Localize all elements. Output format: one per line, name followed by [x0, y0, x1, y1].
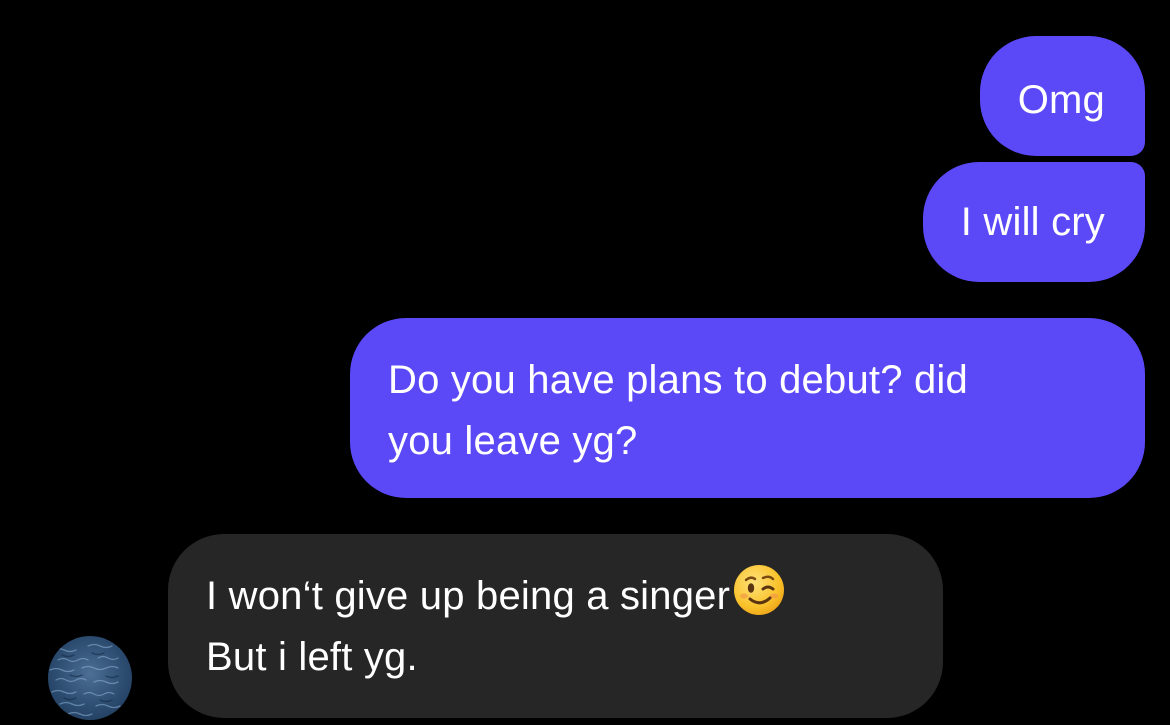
received-message-bubble[interactable]: I won‘t give up being a singer But i lef…	[168, 534, 943, 718]
winking-face-icon	[732, 563, 786, 617]
message-text: Omg	[1017, 78, 1105, 122]
sent-message-bubble[interactable]: I will cry	[922, 162, 1145, 282]
ocean-water-avatar-icon	[49, 643, 121, 717]
message-text: I won‘t give up being a singer	[206, 574, 731, 618]
sender-avatar[interactable]	[48, 636, 132, 720]
message-text: But i left yg.	[206, 635, 418, 679]
sent-message-bubble[interactable]: Do you have plans to debut? did you leav…	[350, 318, 1145, 498]
message-text: Do you have plans to debut? did	[388, 358, 968, 402]
message-thread: Omg I will cry Do you have plans to debu…	[0, 0, 1170, 725]
message-text: I will cry	[960, 200, 1105, 244]
sent-message-bubble[interactable]: Omg	[979, 36, 1145, 156]
message-text: you leave yg?	[388, 419, 638, 463]
message-text-line: I won‘t give up being a singer	[206, 563, 905, 627]
